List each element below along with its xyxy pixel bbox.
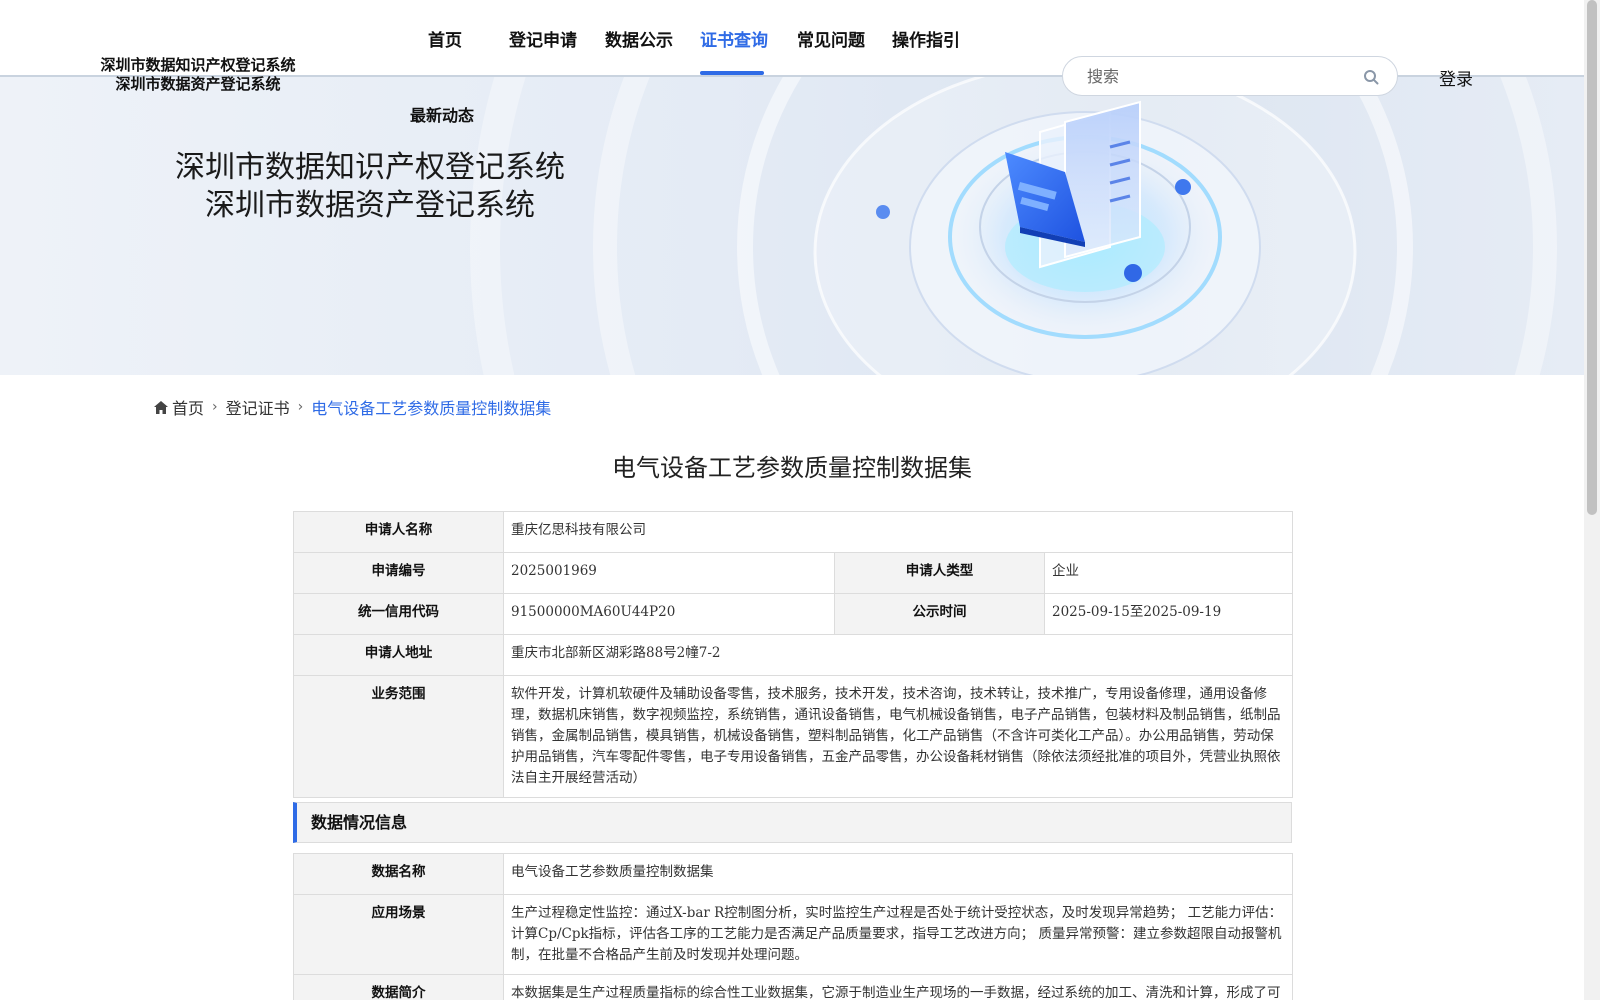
data-intro-label: 数据简介 bbox=[293, 974, 504, 1000]
table-row: 数据名称 电气设备工艺参数质量控制数据集 bbox=[293, 853, 1293, 895]
applicant-name-label: 申请人名称 bbox=[293, 511, 504, 553]
breadcrumb: 首页 › 登记证书 › 电气设备工艺参数质量控制数据集 bbox=[154, 395, 551, 419]
active-nav-indicator bbox=[700, 71, 764, 75]
business-scope-value: 软件开发，计算机软硬件及辅助设备零售，技术服务，技术开发，技术咨询，技术转让，技… bbox=[503, 675, 1293, 798]
table-row: 业务范围 软件开发，计算机软硬件及辅助设备零售，技术服务，技术开发，技术咨询，技… bbox=[293, 675, 1293, 798]
publicity-period-value: 2025-09-15至2025-09-19 bbox=[1044, 593, 1293, 635]
table-row: 数据简介 本数据集是生产过程质量指标的综合性工业数据集，它源于制造业生产现场的一… bbox=[293, 974, 1293, 1000]
search-icon[interactable] bbox=[1363, 69, 1379, 85]
data-info-table: 数据名称 电气设备工艺参数质量控制数据集 应用场景 生产过程稳定性监控：通过X-… bbox=[293, 853, 1293, 1000]
page-scrollbar[interactable] bbox=[1584, 0, 1600, 1000]
login-link[interactable]: 登录 bbox=[1439, 65, 1473, 90]
application-scenario-label: 应用场景 bbox=[293, 894, 504, 975]
applicant-address-value: 重庆市北部新区湖彩路88号2幢7-2 bbox=[503, 634, 1293, 676]
banner-title-line-1: 深圳市数据知识产权登记系统 bbox=[175, 150, 565, 185]
applicant-type-value: 企业 bbox=[1044, 552, 1293, 594]
table-row: 申请人地址 重庆市北部新区湖彩路88号2幢7-2 bbox=[293, 634, 1293, 676]
nav-latest-news[interactable]: 最新动态 bbox=[410, 102, 474, 126]
nav-guide[interactable]: 操作指引 bbox=[892, 26, 960, 51]
applicant-name-value: 重庆亿思科技有限公司 bbox=[503, 511, 1293, 553]
breadcrumb-separator-icon: › bbox=[212, 399, 218, 415]
application-number-value: 2025001969 bbox=[503, 552, 835, 594]
breadcrumb-separator-icon: › bbox=[297, 399, 304, 415]
nav-data-publicity[interactable]: 数据公示 bbox=[605, 26, 673, 51]
credit-code-value: 91500000MA60U44P20 bbox=[503, 593, 835, 635]
banner-title-line-2: 深圳市数据资产登记系统 bbox=[205, 188, 535, 223]
site-logo[interactable]: 深圳市数据知识产权登记系统 深圳市数据资产登记系统 bbox=[88, 56, 308, 94]
application-scenario-value: 生产过程稳定性监控：通过X-bar R控制图分析，实时监控生产过程是否处于统计受… bbox=[503, 894, 1293, 975]
page-title: 电气设备工艺参数质量控制数据集 bbox=[612, 454, 972, 482]
data-info-section-header: 数据情况信息 bbox=[293, 802, 1292, 843]
publicity-period-label: 公示时间 bbox=[834, 593, 1045, 635]
banner-title: 深圳市数据知识产权登记系统 深圳市数据资产登记系统 bbox=[160, 149, 580, 225]
hero-banner: 深圳市数据知识产权登记系统 深圳市数据资产登记系统 bbox=[0, 77, 1584, 375]
credit-code-label: 统一信用代码 bbox=[293, 593, 504, 635]
table-row: 应用场景 生产过程稳定性监控：通过X-bar R控制图分析，实时监控生产过程是否… bbox=[293, 894, 1293, 975]
breadcrumb-current: 电气设备工艺参数质量控制数据集 bbox=[311, 399, 552, 418]
nav-home[interactable]: 首页 bbox=[428, 26, 462, 51]
data-name-value: 电气设备工艺参数质量控制数据集 bbox=[503, 853, 1293, 895]
table-row: 统一信用代码 91500000MA60U44P20 公示时间 2025-09-1… bbox=[293, 593, 1293, 635]
scrollbar-thumb[interactable] bbox=[1587, 0, 1597, 515]
applicant-info-table: 申请人名称 重庆亿思科技有限公司 申请编号 2025001969 申请人类型 企… bbox=[293, 511, 1293, 798]
logo-line-1: 深圳市数据知识产权登记系统 bbox=[100, 56, 296, 74]
nav-faq[interactable]: 常见问题 bbox=[797, 26, 865, 51]
data-intro-value: 本数据集是生产过程质量指标的综合性工业数据集，它源于制造业生产现场的一手数据，经… bbox=[503, 974, 1293, 1000]
data-name-label: 数据名称 bbox=[293, 853, 504, 895]
banner-illustration bbox=[470, 77, 1557, 375]
table-row: 申请编号 2025001969 申请人类型 企业 bbox=[293, 552, 1293, 594]
search-input[interactable] bbox=[1087, 65, 1347, 87]
search-box bbox=[1062, 56, 1398, 96]
logo-line-2: 深圳市数据资产登记系统 bbox=[115, 75, 281, 93]
business-scope-label: 业务范围 bbox=[293, 675, 504, 798]
breadcrumb-home[interactable]: 首页 bbox=[172, 395, 204, 419]
applicant-address-label: 申请人地址 bbox=[293, 634, 504, 676]
home-icon bbox=[154, 400, 168, 414]
applicant-type-label: 申请人类型 bbox=[834, 552, 1045, 594]
breadcrumb-certificates[interactable]: 登记证书 bbox=[226, 395, 290, 419]
nav-register-apply[interactable]: 登记申请 bbox=[509, 26, 577, 51]
nav-certificate-query[interactable]: 证书查询 bbox=[700, 26, 768, 51]
application-number-label: 申请编号 bbox=[293, 552, 504, 594]
table-row: 申请人名称 重庆亿思科技有限公司 bbox=[293, 511, 1293, 553]
